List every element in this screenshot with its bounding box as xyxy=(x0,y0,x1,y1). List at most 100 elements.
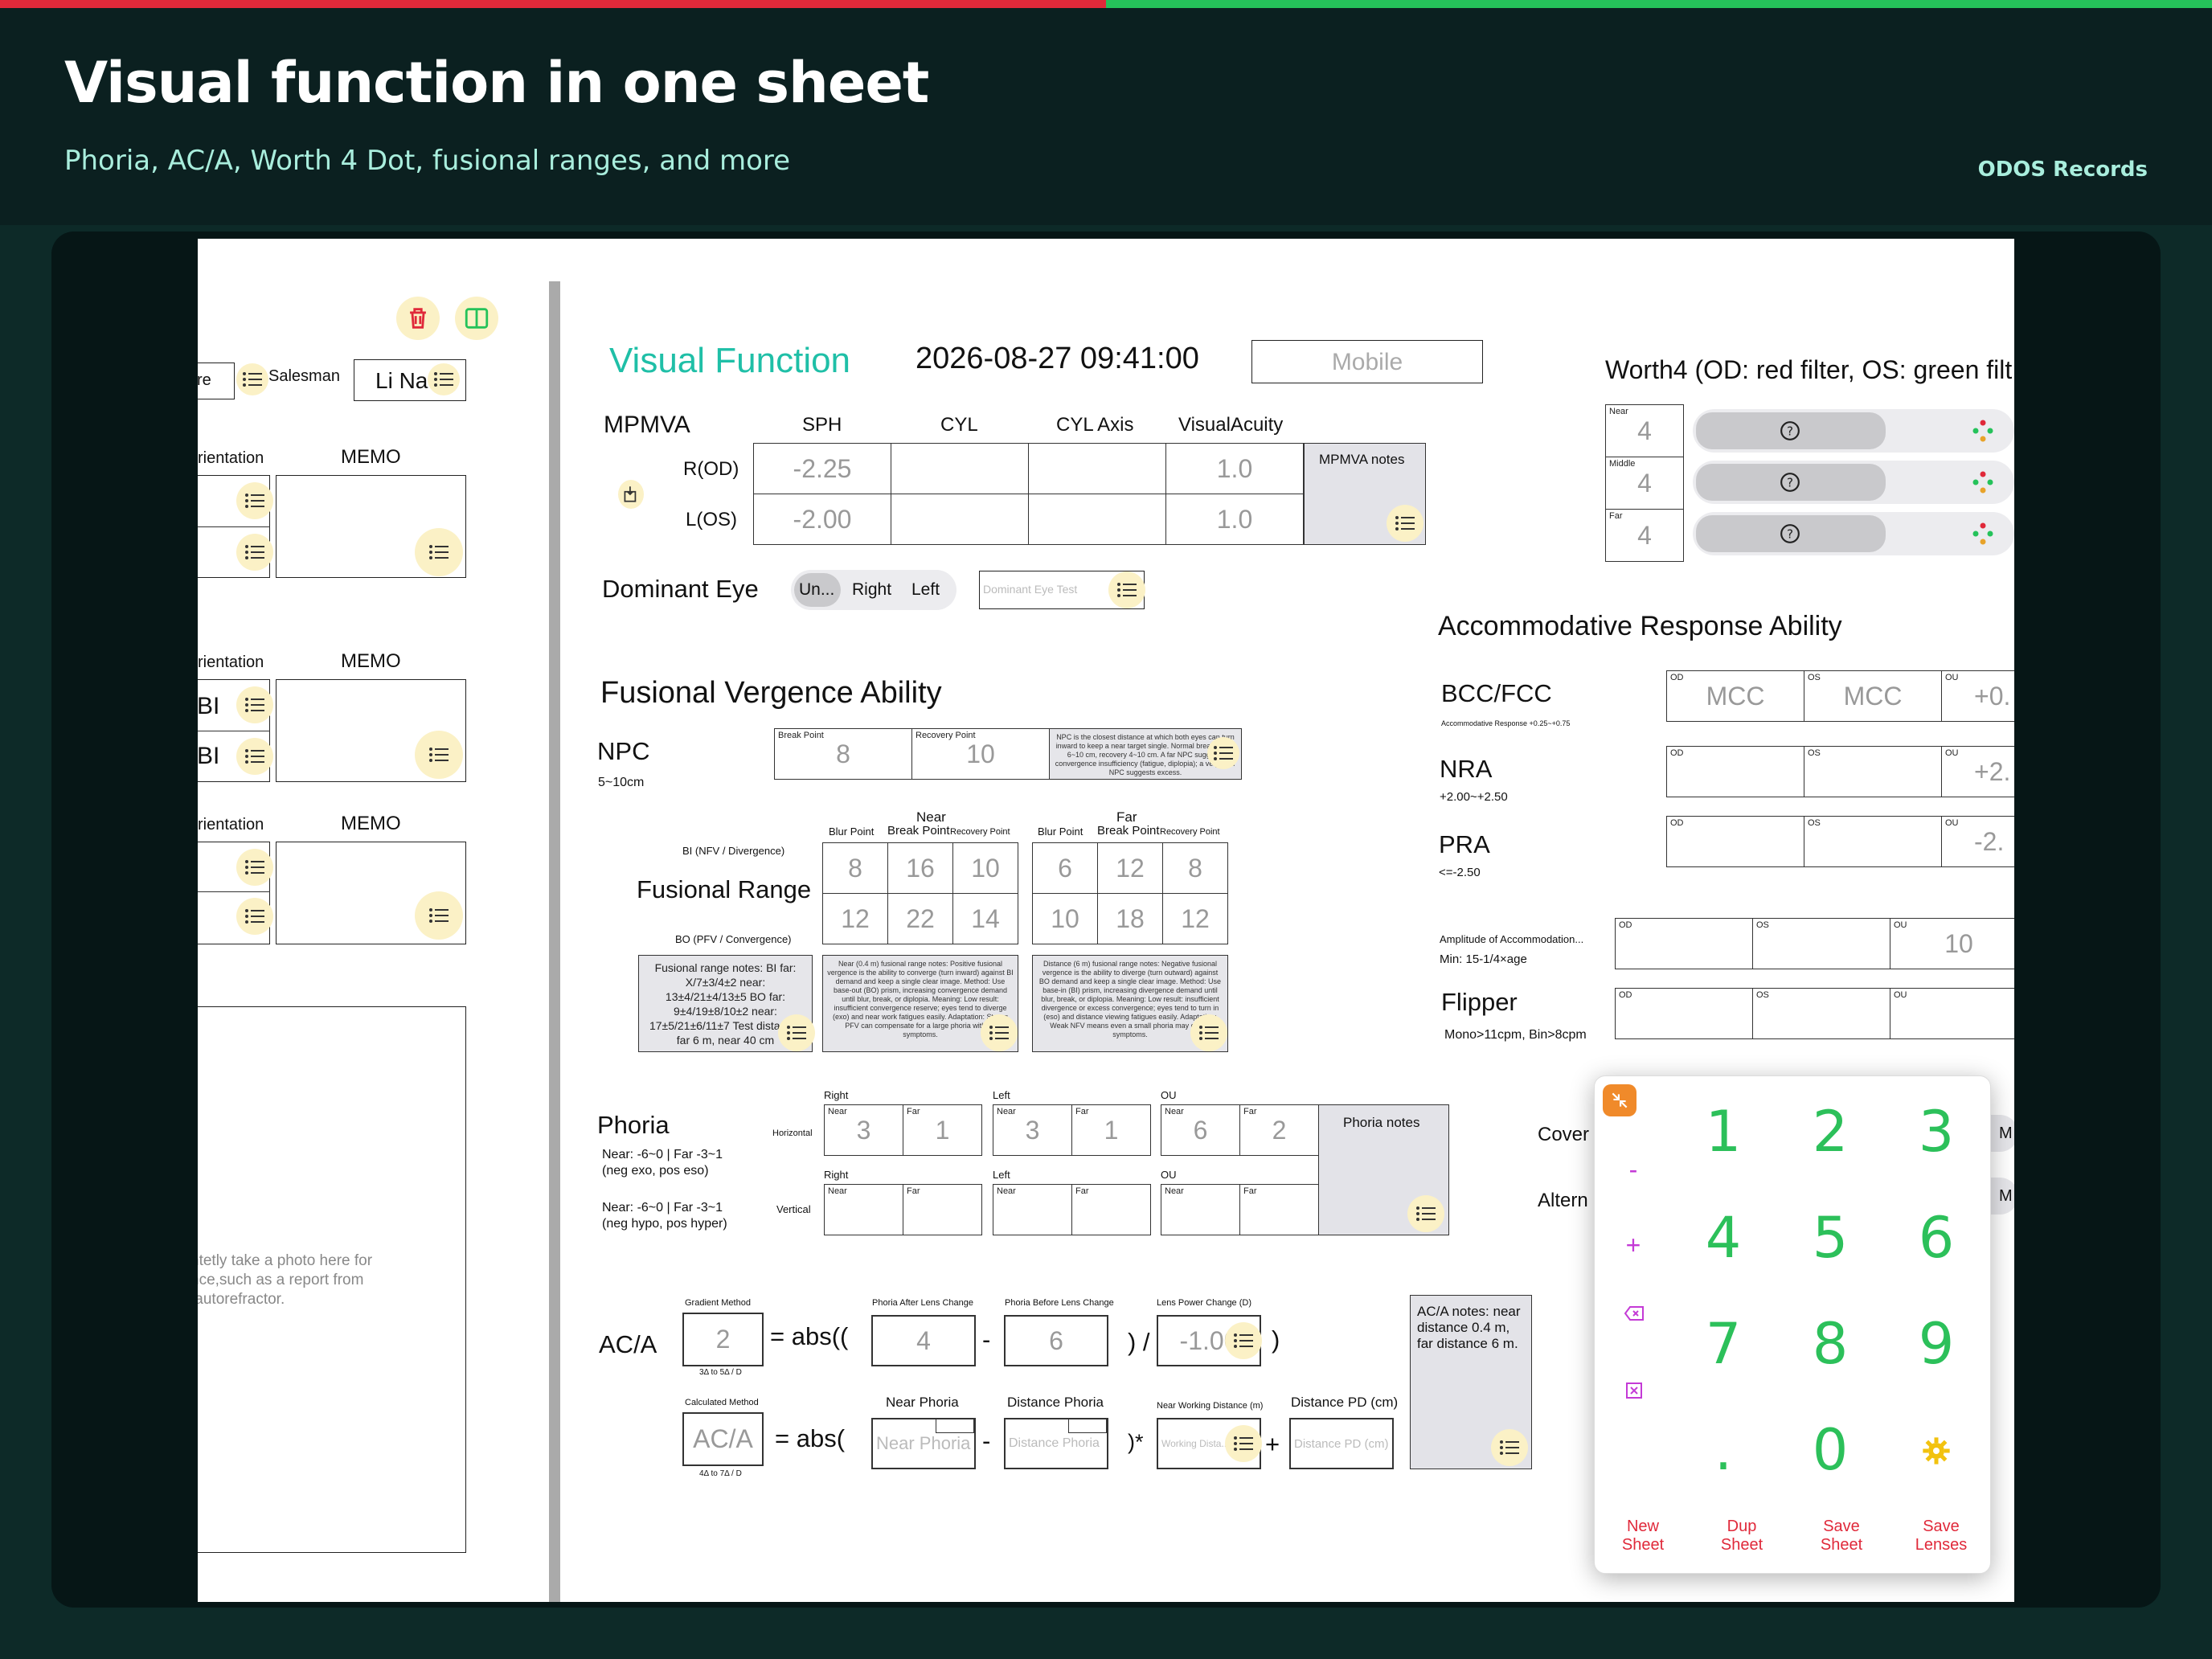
flipper-od[interactable]: OD xyxy=(1615,988,1753,1039)
list-button[interactable] xyxy=(236,898,273,935)
clear-key[interactable] xyxy=(1625,1382,1643,1399)
worth4-far-picker[interactable]: ? xyxy=(1696,515,1886,552)
phoria-v-right-near[interactable]: Near xyxy=(824,1184,903,1235)
pra-ou[interactable]: OU -2. xyxy=(1941,816,2014,867)
save-sheet-button[interactable]: Save Sheet xyxy=(1801,1518,1882,1555)
bcc-ou[interactable]: OU +0. xyxy=(1941,670,2014,722)
near-bo-recovery[interactable]: 14 xyxy=(952,893,1018,944)
flipper-ou[interactable]: OU xyxy=(1890,988,2014,1039)
save-lenses-button[interactable]: Save Lenses xyxy=(1901,1518,1981,1555)
left-field-partial[interactable]: re xyxy=(198,363,235,399)
mini-list-button[interactable] xyxy=(1068,1419,1107,1433)
phoria-notes[interactable]: Phoria notes xyxy=(1318,1104,1449,1235)
key-2[interactable]: 2 xyxy=(1782,1099,1878,1165)
nra-od[interactable]: OD xyxy=(1666,746,1804,797)
phoria-h-left-near[interactable]: Near 3 xyxy=(993,1104,1072,1156)
segment-left[interactable]: Left xyxy=(911,580,940,600)
minus-key[interactable]: - xyxy=(1613,1155,1653,1185)
list-button[interactable] xyxy=(1207,737,1239,769)
near-bi-blur[interactable]: 8 xyxy=(822,842,888,894)
worth4-far[interactable]: Far 4 xyxy=(1605,509,1684,562)
key-5[interactable]: 5 xyxy=(1782,1205,1878,1271)
far-bo-blur[interactable]: 10 xyxy=(1032,893,1098,944)
import-button[interactable] xyxy=(618,480,644,509)
pra-od[interactable]: OD xyxy=(1666,816,1804,867)
od-cyl[interactable] xyxy=(891,443,1029,494)
list-button[interactable] xyxy=(415,731,463,779)
near-bo-break[interactable]: 22 xyxy=(887,893,953,944)
amp-ou[interactable]: OU 10 xyxy=(1890,918,2014,969)
key-4[interactable]: 4 xyxy=(1675,1205,1772,1271)
phoria-h-right-near[interactable]: Near 3 xyxy=(824,1104,903,1156)
nra-os[interactable]: OS xyxy=(1804,746,1942,797)
mobile-input[interactable]: Mobile xyxy=(1251,340,1483,383)
mini-list-button[interactable] xyxy=(936,1419,974,1433)
aca-notes[interactable]: AC/A notes: near distance 0.4 m, far dis… xyxy=(1410,1295,1532,1469)
dup-sheet-button[interactable]: Dup Sheet xyxy=(1702,1518,1782,1555)
phoria-v-left-far[interactable]: Far xyxy=(1071,1184,1151,1235)
key-8[interactable]: 8 xyxy=(1782,1311,1878,1377)
segment-right[interactable]: Right xyxy=(852,580,891,600)
pra-os[interactable]: OS xyxy=(1804,816,1942,867)
key-1[interactable]: 1 xyxy=(1675,1099,1772,1165)
list-button[interactable] xyxy=(415,891,463,940)
calculated-aca-input[interactable]: AC/A xyxy=(682,1412,764,1466)
list-button[interactable] xyxy=(1190,1014,1227,1051)
os-axis[interactable] xyxy=(1028,494,1166,545)
bcc-os[interactable]: OS MCC xyxy=(1804,670,1942,722)
list-button[interactable] xyxy=(236,738,273,775)
key-6[interactable]: 6 xyxy=(1888,1205,1985,1271)
key-0[interactable]: 0 xyxy=(1782,1417,1878,1483)
photo-area[interactable]: ntetly take a photo here for nce,such as… xyxy=(198,1006,466,1553)
key-7[interactable]: 7 xyxy=(1675,1311,1772,1377)
mpmva-notes[interactable]: MPMVA notes xyxy=(1304,443,1426,545)
far-bo-break[interactable]: 18 xyxy=(1097,893,1163,944)
worth4-middle-picker[interactable]: ? xyxy=(1696,464,1886,501)
list-button[interactable] xyxy=(415,528,463,576)
phoria-after-input[interactable]: 4 xyxy=(871,1315,976,1366)
list-button[interactable] xyxy=(236,849,273,886)
phoria-v-left-near[interactable]: Near xyxy=(993,1184,1072,1235)
segment-unknown[interactable]: Un... xyxy=(799,580,834,600)
dominant-eye-segmented[interactable]: Un... Right Left xyxy=(791,570,956,610)
list-button[interactable] xyxy=(778,1014,815,1051)
new-sheet-button[interactable]: New Sheet xyxy=(1603,1518,1683,1555)
panel-divider[interactable] xyxy=(549,281,560,1602)
worth4-near-picker[interactable]: ? xyxy=(1696,412,1886,449)
phoria-before-input[interactable]: 6 xyxy=(1004,1315,1108,1366)
list-button[interactable] xyxy=(1108,571,1145,608)
phoria-h-left-far[interactable]: Far 1 xyxy=(1071,1104,1151,1156)
near-bo-blur[interactable]: 12 xyxy=(822,893,888,944)
key-9[interactable]: 9 xyxy=(1888,1311,1985,1377)
os-va[interactable]: 1.0 xyxy=(1165,494,1304,545)
far-bi-break[interactable]: 12 xyxy=(1097,842,1163,894)
far-bi-blur[interactable]: 6 xyxy=(1032,842,1098,894)
list-button[interactable] xyxy=(1387,505,1423,542)
collapse-button[interactable] xyxy=(1603,1084,1636,1116)
phoria-h-ou-near[interactable]: Near 6 xyxy=(1161,1104,1240,1156)
plus-key[interactable]: + xyxy=(1613,1231,1653,1260)
phoria-v-ou-near[interactable]: Near xyxy=(1161,1184,1240,1235)
list-button[interactable] xyxy=(1225,1425,1262,1462)
list-button[interactable] xyxy=(981,1014,1018,1051)
os-cyl[interactable] xyxy=(891,494,1029,545)
os-sph[interactable]: -2.00 xyxy=(753,494,891,545)
key-3[interactable]: 3 xyxy=(1888,1099,1985,1165)
list-button[interactable] xyxy=(428,363,460,395)
gradient-input[interactable]: 2 xyxy=(682,1313,764,1366)
list-button[interactable] xyxy=(236,482,273,519)
flipper-os[interactable]: OS xyxy=(1752,988,1890,1039)
amp-od[interactable]: OD xyxy=(1615,918,1753,969)
list-button[interactable] xyxy=(236,363,268,395)
near-bi-break[interactable]: 16 xyxy=(887,842,953,894)
nra-ou[interactable]: OU +2. xyxy=(1941,746,2014,797)
near-bi-recovery[interactable]: 10 xyxy=(952,842,1018,894)
delete-button[interactable] xyxy=(396,297,440,340)
od-axis[interactable] xyxy=(1028,443,1166,494)
od-va[interactable]: 1.0 xyxy=(1165,443,1304,494)
npc-recovery[interactable]: Recovery Point 10 xyxy=(911,728,1050,780)
split-view-button[interactable] xyxy=(455,297,498,340)
backspace-key[interactable] xyxy=(1624,1305,1645,1321)
list-button[interactable] xyxy=(1407,1195,1444,1232)
list-button[interactable] xyxy=(236,534,273,571)
